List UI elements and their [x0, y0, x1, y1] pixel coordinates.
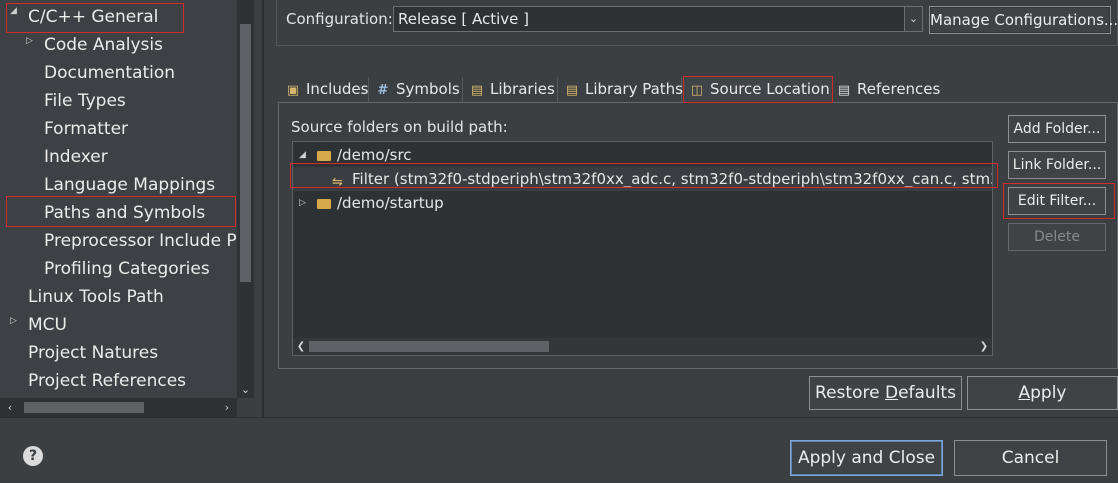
includes-icon: ▣: [286, 83, 300, 98]
collapsed-arrow-icon[interactable]: ▷: [26, 36, 33, 46]
tab-library-paths[interactable]: ▤ Library Paths: [559, 77, 683, 102]
tree-item-paths-and-symbols[interactable]: Paths and Symbols: [44, 199, 205, 227]
scrollbar-thumb[interactable]: [309, 341, 549, 352]
tree-item-indexer[interactable]: Indexer: [44, 143, 108, 171]
tree-horizontal-scrollbar[interactable]: ‹ ›: [0, 398, 237, 417]
tab-references[interactable]: ▤ References: [834, 77, 941, 102]
tree-item-mcu[interactable]: MCU: [28, 311, 67, 339]
chevron-right-icon[interactable]: ❯: [977, 338, 991, 355]
help-icon[interactable]: ?: [23, 446, 43, 466]
tab-libraries[interactable]: ▤ Libraries: [464, 77, 558, 102]
tree-item-documentation[interactable]: Documentation: [44, 59, 175, 87]
edit-filter-button[interactable]: Edit Filter...: [1008, 187, 1106, 215]
tree-item-profiling-categories[interactable]: Profiling Categories: [44, 255, 210, 283]
tree-item-language-mappings[interactable]: Language Mappings: [44, 171, 215, 199]
tree-item-cc-general[interactable]: C/C++ General: [28, 3, 158, 31]
tree-item-formatter[interactable]: Formatter: [44, 115, 128, 143]
folder-icon: [317, 151, 331, 161]
list-item-demo-src[interactable]: ◢ /demo/src: [293, 143, 992, 167]
collapsed-arrow-icon[interactable]: ▷: [299, 191, 306, 215]
apply-button[interactable]: Apply: [967, 376, 1118, 410]
filter-icon: ⇋: [332, 175, 343, 190]
list-item-demo-startup[interactable]: ▷ /demo/startup: [293, 191, 992, 215]
restore-defaults-button[interactable]: Restore Defaults: [809, 376, 962, 410]
chevron-down-icon[interactable]: ⌄: [237, 381, 254, 398]
references-icon: ▤: [837, 83, 851, 98]
expanded-arrow-icon[interactable]: ◢: [299, 143, 306, 167]
properties-tree: ◢ C/C++ General ▷ Code Analysis Document…: [0, 0, 254, 417]
tree-item-linux-tools-path[interactable]: Linux Tools Path: [28, 283, 164, 311]
expanded-arrow-icon[interactable]: ◢: [10, 6, 17, 16]
delete-button[interactable]: Delete: [1008, 223, 1106, 251]
chevron-left-icon[interactable]: ❮: [294, 338, 308, 355]
configuration-value: Release [ Active ]: [398, 10, 530, 28]
chevron-left-icon[interactable]: ‹: [2, 398, 18, 417]
library-icon: ▤: [470, 83, 484, 98]
tree-item-file-types[interactable]: File Types: [44, 87, 126, 115]
apply-and-close-button[interactable]: Apply and Close: [790, 440, 943, 476]
scrollbar-thumb[interactable]: [240, 24, 251, 282]
collapsed-arrow-icon[interactable]: ▷: [10, 316, 17, 326]
tab-symbols[interactable]: # Symbols: [370, 77, 463, 102]
dialog-button-bar: [0, 417, 1118, 483]
manage-configurations-button[interactable]: Manage Configurations...: [929, 6, 1118, 34]
tree-item-project-references[interactable]: Project References: [28, 367, 186, 395]
folder-icon: [317, 199, 331, 209]
tree-item-preprocessor-include[interactable]: Preprocessor Include P: [44, 227, 236, 255]
sash-divider[interactable]: [262, 0, 264, 417]
list-horizontal-scrollbar[interactable]: ❮ ❯: [293, 338, 992, 355]
configuration-label: Configuration:: [286, 10, 393, 28]
list-item-filter[interactable]: ⇋ Filter (stm32f0-stdperiph\stm32f0xx_adc…: [293, 167, 992, 191]
source-folder-icon: ◫: [690, 83, 704, 98]
source-folders-label: Source folders on build path:: [291, 118, 508, 136]
tree-item-project-natures[interactable]: Project Natures: [28, 339, 158, 367]
add-folder-button[interactable]: Add Folder...: [1008, 115, 1106, 143]
tree-item-code-analysis[interactable]: Code Analysis: [44, 31, 163, 59]
tree-vertical-scrollbar[interactable]: ⌄: [237, 0, 254, 398]
scrollbar-thumb[interactable]: [24, 402, 144, 413]
hash-icon: #: [377, 83, 389, 98]
tab-source-location[interactable]: ◫ Source Location: [683, 76, 833, 103]
tree-viewport: ◢ C/C++ General ▷ Code Analysis Document…: [0, 0, 236, 398]
cancel-button[interactable]: Cancel: [954, 440, 1107, 476]
configuration-select[interactable]: Release [ Active ] ⌄: [393, 6, 923, 32]
tab-includes[interactable]: ▣ Includes: [280, 77, 369, 102]
source-folders-list[interactable]: ◢ /demo/src ⇋ Filter (stm32f0-stdperiph\s…: [292, 141, 993, 356]
library-path-icon: ▤: [565, 83, 579, 98]
chevron-down-icon[interactable]: ⌄: [904, 7, 922, 31]
link-folder-button[interactable]: Link Folder...: [1008, 151, 1106, 179]
chevron-right-icon[interactable]: ›: [219, 398, 235, 417]
